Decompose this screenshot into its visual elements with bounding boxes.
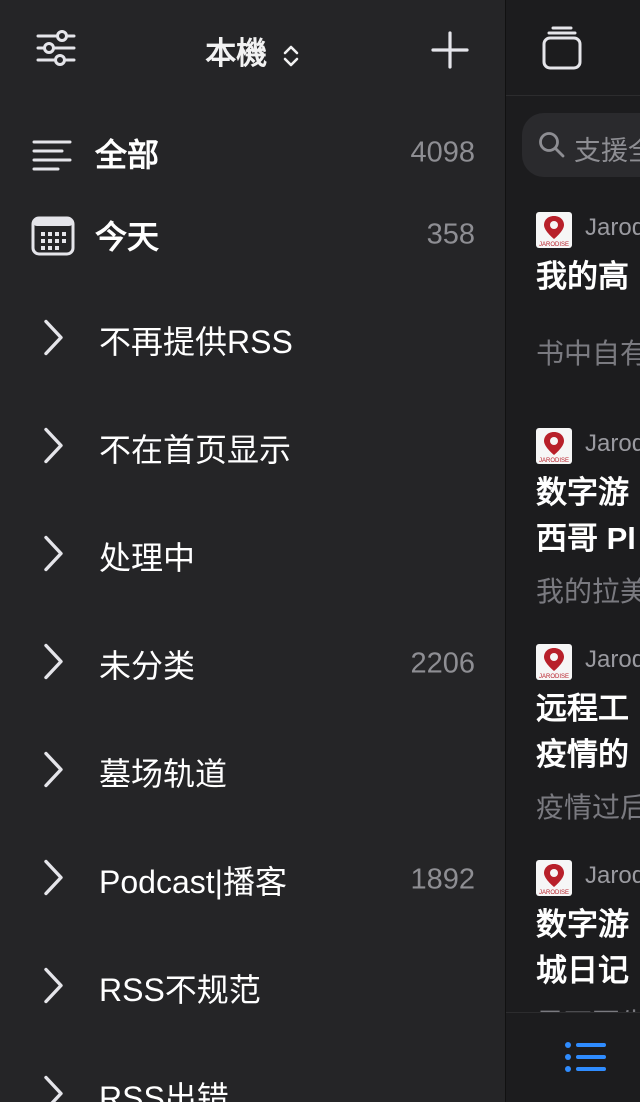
logo-text: JARODISE	[539, 674, 569, 680]
sidebar-toolbar: 本機	[0, 0, 505, 100]
account-selector[interactable]: 本機	[0, 28, 505, 73]
list-lines-icon	[32, 139, 72, 176]
folder-item[interactable]: 处理中	[0, 521, 505, 591]
folder-item[interactable]: 墓场轨道	[0, 737, 505, 807]
article-item[interactable]: JARODISE Jarod 我的高 书中自有	[506, 212, 640, 412]
article-item[interactable]: JARODISE Jarod 远程工 疫情的 疫情过后	[506, 644, 640, 844]
logo-text: JARODISE	[539, 890, 569, 896]
folder-label: 处理中	[99, 540, 196, 576]
article-item[interactable]: JARODISE Jarod 数字游 西哥 Pl 我的拉美	[506, 428, 640, 628]
feed-source: Jarod	[585, 862, 640, 889]
article-title-line2: 疫情的	[536, 737, 629, 772]
folder-item[interactable]: 不再提供RSS	[0, 305, 505, 375]
chevron-right-icon[interactable]	[40, 318, 66, 363]
article-title-line2: 城日记	[536, 953, 629, 988]
calendar-icon	[31, 216, 75, 261]
folder-label: 不再提供RSS	[99, 324, 293, 360]
list-toolbar	[506, 0, 640, 96]
folder-item[interactable]: RSS不规范	[0, 953, 505, 1023]
article-summary: 我的拉美	[536, 576, 640, 607]
folder-label: RSS出错	[99, 1080, 229, 1102]
stack-icon[interactable]	[542, 26, 582, 75]
chevron-right-icon[interactable]	[40, 426, 66, 471]
bottom-toolbar	[506, 1012, 640, 1102]
unread-count: 4098	[410, 136, 475, 169]
chevron-right-icon[interactable]	[40, 642, 66, 687]
logo-text: JARODISE	[539, 458, 569, 464]
unread-count: 1892	[410, 863, 475, 896]
article-list-pane: 支援全 JARODISE Jarod 我的高 书中自有 JARODISE Jar…	[506, 0, 640, 1102]
feed-logo: JARODISE	[536, 212, 572, 248]
sidebar-item-label: 今天	[95, 219, 160, 255]
folder-item[interactable]: RSS出错	[0, 1061, 505, 1102]
chevron-right-icon[interactable]	[40, 858, 66, 903]
folder-label: 未分类	[99, 648, 196, 684]
search-icon	[538, 131, 566, 164]
folder-item[interactable]: 未分类 2206	[0, 629, 505, 699]
search-placeholder: 支援全	[574, 136, 640, 166]
folder-label: Podcast|播客	[99, 864, 287, 900]
folder-label: RSS不规范	[99, 972, 261, 1008]
article-title: 我的高	[536, 259, 629, 294]
chevron-right-icon[interactable]	[40, 1074, 66, 1102]
folder-label: 不在首页显示	[99, 432, 292, 468]
list-view-icon[interactable]	[564, 1041, 608, 1078]
folder-item[interactable]: Podcast|播客 1892	[0, 845, 505, 915]
feed-source: Jarod	[585, 430, 640, 457]
feed-logo: JARODISE	[536, 428, 572, 464]
chevron-right-icon[interactable]	[40, 534, 66, 579]
article-title: 数字游	[536, 907, 629, 942]
logo-text: JARODISE	[539, 242, 569, 248]
article-title: 数字游	[536, 475, 629, 510]
unread-count: 2206	[410, 647, 475, 680]
unread-count: 358	[426, 218, 475, 251]
sidebar: 本機 全部 4098 今天 358 不再提供RSS 不在首页显示 处理中 未分类…	[0, 0, 505, 1102]
article-item[interactable]: JARODISE Jarod 数字游 城日记 墨西哥生	[506, 860, 640, 1039]
feed-source: Jarod	[585, 646, 640, 673]
add-icon[interactable]	[431, 31, 469, 74]
sidebar-item-today[interactable]: 今天 358	[0, 200, 505, 270]
sidebar-item-label: 全部	[95, 137, 160, 173]
article-title-line2: 西哥 Pl	[536, 521, 636, 556]
feed-logo: JARODISE	[536, 644, 572, 680]
account-title: 本機	[205, 36, 268, 71]
article-title: 远程工	[536, 691, 629, 726]
search-field[interactable]: 支援全	[522, 113, 640, 177]
chevron-right-icon[interactable]	[40, 966, 66, 1011]
chevron-updown-icon	[283, 45, 299, 67]
article-summary: 书中自有	[536, 338, 640, 369]
chevron-right-icon[interactable]	[40, 750, 66, 795]
article-summary: 疫情过后	[536, 792, 640, 823]
sidebar-item-all[interactable]: 全部 4098	[0, 118, 505, 188]
feed-source: Jarod	[585, 214, 640, 241]
feed-logo: JARODISE	[536, 860, 572, 896]
folder-item[interactable]: 不在首页显示	[0, 413, 505, 483]
folder-label: 墓场轨道	[99, 756, 228, 792]
